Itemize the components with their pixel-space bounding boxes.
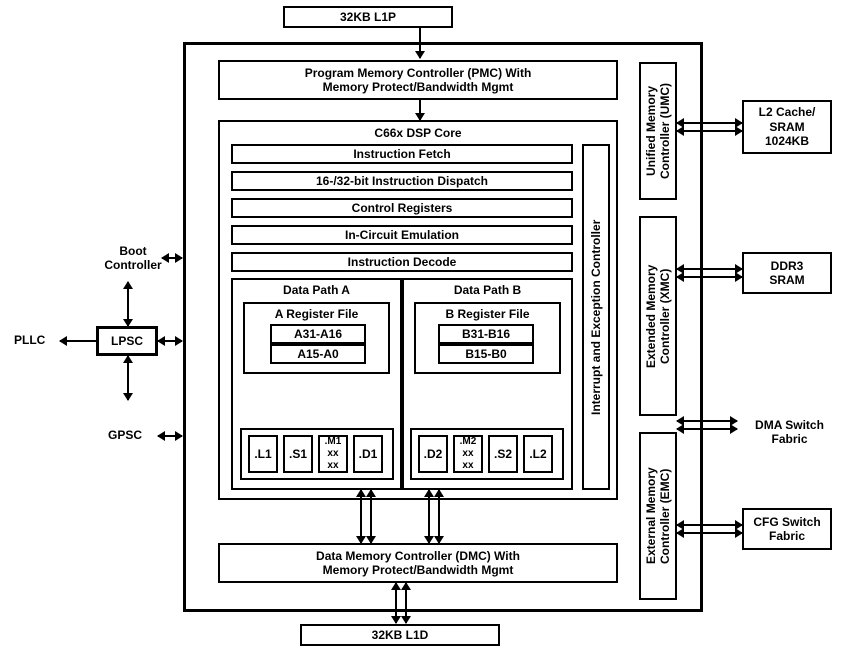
pipe-decode: Instruction Decode [231,252,573,272]
l2-block: L2 Cache/ SRAM 1024KB [742,100,832,154]
fu-s1: .S1 [283,435,313,473]
emc-block: External Memory Controller (EMC) [639,432,677,600]
arrow-umc-l2 [677,122,742,132]
boot-label: Boot Controller [96,244,170,272]
pmc-block: Program Memory Controller (PMC) With Mem… [218,60,618,100]
fu-s1-label: .S1 [289,447,307,461]
l1p-block: 32KB L1P [283,6,453,28]
gpsc-label: GPSC [108,428,142,442]
pipe-dispatch-label: 16-/32-bit Instruction Dispatch [316,174,488,188]
fu-s2-label: .S2 [494,447,512,461]
pipe-fetch: Instruction Fetch [231,144,573,164]
pipe-dispatch: 16-/32-bit Instruction Dispatch [231,171,573,191]
reg-b-lo-label: B15-B0 [465,347,506,361]
fu-m2: .M2 xx xx [453,435,483,473]
pipe-ice: In-Circuit Emulation [231,225,573,245]
arrow-pmc-down [419,100,421,120]
ddr3-block: DDR3 SRAM [742,252,832,294]
pipe-fetch-label: Instruction Fetch [353,147,450,161]
fu-l1: .L1 [248,435,278,473]
arrow-xmc-ddr [677,268,742,278]
arrow-xmc-dma [677,420,737,430]
arrow-boot [162,257,182,259]
reg-a-hi-label: A31-A16 [294,327,342,341]
fu-s2: .S2 [488,435,518,473]
fu-l2-label: .L2 [529,447,546,461]
fu-m1-label: .M1 xx xx [325,436,342,472]
umc-label: Unified Memory Controller (UMC) [644,83,672,179]
fu-l1-label: .L1 [254,447,271,461]
pmc-label: Program Memory Controller (PMC) With Mem… [305,66,532,95]
xmc-block: Extended Memory Controller (XMC) [639,216,677,416]
intc-label: Interrupt and Exception Controller [589,219,603,414]
dp-a-label: Data Path A [233,283,400,297]
pipe-decode-label: Instruction Decode [348,255,457,269]
arrow-dpB-to-dmc [428,490,440,543]
arrow-dpA-to-dmc [360,490,372,543]
fu-m1: .M1 xx xx [318,435,348,473]
dp-b-label: Data Path B [404,283,571,297]
l2-label: L2 Cache/ SRAM 1024KB [759,105,816,148]
intc-block: Interrupt and Exception Controller [582,144,610,490]
l1p-label: 32KB L1P [340,10,396,24]
arrow-emc-cfg [677,524,742,534]
reg-b-hi-label: B31-B16 [462,327,510,341]
arrow-gpsc [158,435,182,437]
reg-b-lo: B15-B0 [438,344,534,364]
pipe-ctrl-label: Control Registers [352,201,453,215]
reg-a-hi: A31-A16 [270,324,366,344]
fu-m2-label: .M2 xx xx [460,436,477,472]
arrow-pllc [60,340,96,342]
pipe-ice-label: In-Circuit Emulation [345,228,459,242]
reg-a-lo: A15-A0 [270,344,366,364]
fu-l2: .L2 [523,435,553,473]
dmc-block: Data Memory Controller (DMC) With Memory… [218,543,618,583]
lpsc-block: LPSC [96,326,158,356]
arrow-lpsc-right [158,340,182,342]
fu-d2: .D2 [418,435,448,473]
reg-b-title: B Register File [416,307,559,321]
arrow-lpsc-down [127,356,129,400]
cfg-block: CFG Switch Fabric [742,508,832,550]
cfg-label: CFG Switch Fabric [753,515,820,544]
umc-block: Unified Memory Controller (UMC) [639,62,677,200]
fu-d2-label: .D2 [424,447,443,461]
arrow-dmc-l1d [395,583,407,623]
l1d-block: 32KB L1D [300,624,500,646]
dma-label: DMA Switch Fabric [742,418,837,446]
arrow-lpsc-up [127,282,129,326]
ddr3-label: DDR3 SRAM [769,259,804,288]
fu-d1-label: .D1 [359,447,378,461]
reg-a-lo-label: A15-A0 [297,347,338,361]
lpsc-label: LPSC [111,334,143,348]
l1d-label: 32KB L1D [372,628,429,642]
fu-d1: .D1 [353,435,383,473]
reg-b-hi: B31-B16 [438,324,534,344]
emc-label: External Memory Controller (EMC) [644,468,672,565]
pllc-label: PLLC [14,333,45,347]
core-title: C66x DSP Core [220,126,616,140]
xmc-label: Extended Memory Controller (XMC) [644,264,672,367]
pipe-ctrl: Control Registers [231,198,573,218]
reg-a-title: A Register File [245,307,388,321]
dmc-label: Data Memory Controller (DMC) With Memory… [316,549,520,578]
